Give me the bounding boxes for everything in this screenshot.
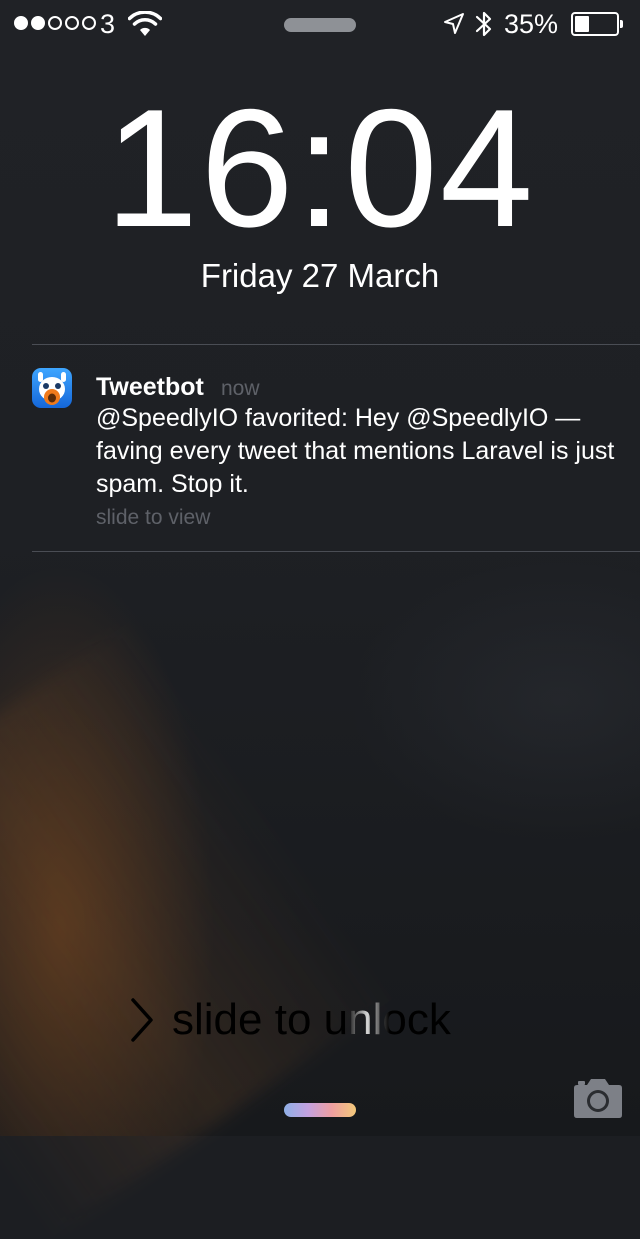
notification-message: @SpeedlyIO favorited: Hey @SpeedlyIO — f… — [96, 404, 615, 498]
battery-level-fill — [575, 16, 589, 32]
slide-to-unlock-label[interactable]: slide to unlock — [172, 992, 451, 1048]
signal-dot — [48, 16, 62, 30]
bluetooth-icon — [475, 11, 492, 37]
lock-screen-date: Friday 27 March — [200, 257, 440, 294]
wifi-icon — [128, 11, 162, 36]
signal-dot — [31, 16, 45, 30]
camera-icon[interactable] — [570, 1076, 626, 1120]
notification-app-name: Tweetbot — [96, 373, 204, 401]
battery-icon — [571, 12, 623, 36]
notification-divider-top — [32, 344, 640, 345]
notification-center-handle[interactable] — [284, 18, 356, 32]
tweetbot-app-icon — [32, 368, 72, 408]
slide-to-view-hint: slide to view — [96, 506, 211, 529]
battery-percentage: 35% — [504, 9, 559, 39]
notification-item[interactable]: Tweetbot now @SpeedlyIO favorited: Hey @… — [0, 346, 640, 551]
notification-divider-bottom — [32, 551, 640, 552]
signal-dot — [65, 16, 79, 30]
signal-dot — [82, 16, 96, 30]
location-icon — [444, 13, 464, 34]
carrier-name: 3 — [100, 9, 116, 39]
control-center-handle[interactable] — [284, 1103, 356, 1117]
lock-screen-time: 16:04 — [104, 74, 536, 262]
status-bar: 3 35% — [0, 0, 640, 50]
chevron-right-icon — [131, 998, 153, 1042]
signal-dot — [14, 16, 28, 30]
tweetbot-bird-icon — [38, 372, 66, 405]
signal-strength-indicator — [14, 16, 96, 30]
notification-timestamp: now — [221, 377, 260, 400]
